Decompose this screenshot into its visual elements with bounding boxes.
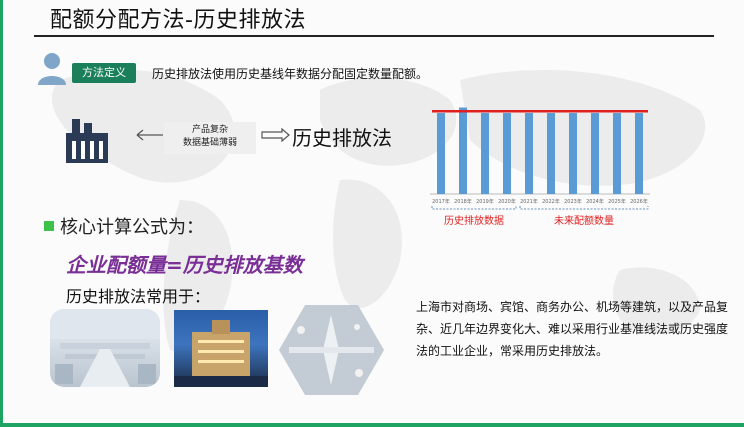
chart-x-tick-label: 2023年 <box>564 198 582 205</box>
chart-x-tick-label: 2024年 <box>586 198 604 205</box>
chart-bar <box>459 107 467 194</box>
chart-bar <box>547 113 555 194</box>
chart-x-tick-label: 2021年 <box>520 198 538 205</box>
chart-bar <box>481 113 489 194</box>
chart-group-label: 历史排放数据 <box>444 214 504 227</box>
complexity-note: 产品复杂 数据基础薄弱 <box>164 122 256 154</box>
shopping-mall-photo <box>50 309 160 387</box>
chart-bar <box>503 113 511 194</box>
hotel-photo <box>174 310 268 387</box>
page-title: 配额分配方法-历史排放法 <box>50 8 306 33</box>
method-definition-badge: 方法定义 <box>72 63 136 83</box>
usage-label: 历史排放法常用于： <box>66 287 211 306</box>
chart-group-bracket <box>519 206 649 210</box>
chart-bar <box>613 113 621 194</box>
chart-x-tick-label: 2022年 <box>542 198 560 205</box>
arrow-right-icon <box>261 128 290 142</box>
chart-x-tick-label: 2020年 <box>498 198 516 205</box>
hotel-illustration <box>174 320 268 387</box>
arrow-left-icon <box>136 129 163 141</box>
left-border <box>0 0 3 427</box>
title-underline <box>34 35 714 37</box>
bullet-square <box>44 221 54 231</box>
chart-group-label: 未来配额数量 <box>554 214 614 227</box>
chart-bar <box>437 113 445 194</box>
method-name: 历史排放法 <box>292 126 392 150</box>
emission-chart: 2017年 2018年 2019年 2020年 2021年 2022年 2023年 2024年… <box>420 90 660 250</box>
chart-x-tick-label: 2017年 <box>432 198 450 205</box>
mall-illustration <box>50 309 160 387</box>
chart-x-tick-label: 2018年 <box>454 198 472 205</box>
chart-x-tick-label: 2025年 <box>608 198 626 205</box>
chart-group-bracket <box>431 206 517 210</box>
chart-bar <box>525 113 533 194</box>
factory-icon <box>66 119 108 163</box>
chart-bar <box>591 113 599 194</box>
formula-heading: 核心计算公式为： <box>44 213 204 239</box>
emission-chart-svg: 2017年 2018年 2019年 2020年 2021年 2022年 2023年 2024年… <box>430 107 650 227</box>
usage-description: 上海市对商场、宾馆、商务办公、机场等建筑，以及产品复杂、近几年边界变化大、难以采… <box>416 300 729 358</box>
bottom-border <box>0 423 744 427</box>
chart-bar <box>569 113 577 194</box>
user-icon <box>38 53 66 85</box>
chart-x-tick-label: 2026年 <box>630 198 648 205</box>
note-line-1: 产品复杂 <box>191 125 228 135</box>
formula-heading-text: 核心计算公式为： <box>60 217 204 238</box>
formula-expression: 企业配额量=历史排放基数 <box>66 253 303 277</box>
note-line-2: 数据基础薄弱 <box>182 138 237 148</box>
chart-x-tick-label: 2019年 <box>476 198 494 205</box>
chart-bar <box>635 113 643 194</box>
slide: 配额分配方法-历史排放法 方法定义 历史排放法使用历史基线年数据分配固定数量配额… <box>0 0 744 427</box>
method-definition-text: 历史排放法使用历史基线年数据分配固定数量配额。 <box>152 67 429 81</box>
